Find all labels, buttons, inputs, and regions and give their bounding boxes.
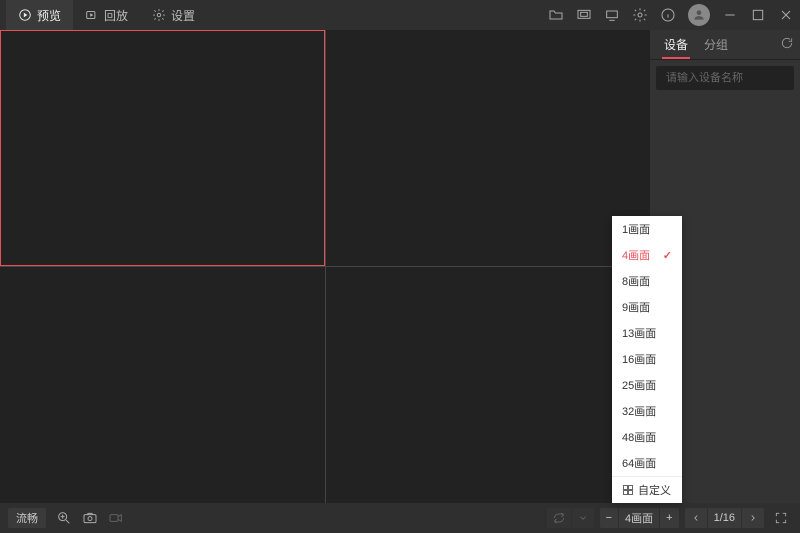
search-input-wrapper[interactable] — [656, 66, 794, 90]
info-icon[interactable] — [660, 7, 676, 23]
tab-preview-label: 预览 — [37, 7, 61, 24]
layout-option[interactable]: 13画面 — [612, 320, 682, 346]
layout-option[interactable]: 4画面✓ — [612, 242, 682, 268]
video-cell[interactable] — [326, 267, 651, 503]
snapshot-icon[interactable] — [82, 510, 98, 526]
layout-option[interactable]: 9画面 — [612, 294, 682, 320]
video-cell[interactable] — [326, 30, 651, 266]
layout-label[interactable]: 4画面 — [618, 508, 659, 528]
layout-option[interactable]: 8画面 — [612, 268, 682, 294]
tab-playback[interactable]: 回放 — [73, 0, 140, 30]
tab-playback-label: 回放 — [104, 7, 128, 24]
search-input[interactable] — [666, 72, 800, 84]
layout-menu: 1画面4画面✓8画面9画面13画面16画面25画面32画面48画面64画面自定义 — [612, 216, 682, 503]
layout-plus-button[interactable]: + — [659, 508, 678, 528]
sidebar-tab-device[interactable]: 设备 — [656, 30, 696, 59]
tab-settings-label: 设置 — [171, 7, 195, 24]
fullscreen-icon[interactable] — [770, 511, 792, 525]
page-prev-button[interactable] — [685, 508, 707, 528]
minimize-icon[interactable] — [722, 7, 738, 23]
zoom-icon[interactable] — [56, 510, 72, 526]
tab-settings[interactable]: 设置 — [140, 0, 207, 30]
stream-quality-button[interactable]: 流畅 — [8, 508, 46, 528]
sidebar-tab-group[interactable]: 分组 — [696, 30, 736, 59]
maximize-icon[interactable] — [750, 7, 766, 23]
device-icon[interactable] — [576, 7, 592, 23]
page-next-button[interactable] — [741, 508, 764, 528]
avatar[interactable] — [688, 4, 710, 26]
video-cell[interactable] — [0, 30, 325, 266]
video-cell[interactable] — [0, 267, 325, 503]
screen-icon[interactable] — [604, 7, 620, 23]
layout-control: − 4画面 + — [600, 508, 679, 528]
layout-option[interactable]: 1画面 — [612, 216, 682, 242]
cycle-control[interactable] — [547, 508, 594, 528]
close-icon[interactable] — [778, 7, 794, 23]
layout-option[interactable]: 16画面 — [612, 346, 682, 372]
layout-option[interactable]: 64画面 — [612, 450, 682, 476]
chevron-down-icon — [571, 508, 594, 528]
video-grid — [0, 30, 650, 503]
page-indicator: 1/16 — [707, 508, 741, 528]
layout-minus-button[interactable]: − — [600, 508, 618, 528]
layout-option[interactable]: 32画面 — [612, 398, 682, 424]
record-icon[interactable] — [108, 510, 124, 526]
refresh-icon[interactable] — [780, 36, 794, 53]
layout-option-custom[interactable]: 自定义 — [612, 476, 682, 503]
gear-icon[interactable] — [632, 7, 648, 23]
tab-preview[interactable]: 预览 — [6, 0, 73, 30]
folder-icon[interactable] — [548, 7, 564, 23]
layout-option[interactable]: 25画面 — [612, 372, 682, 398]
page-control: 1/16 — [685, 508, 764, 528]
layout-option[interactable]: 48画面 — [612, 424, 682, 450]
